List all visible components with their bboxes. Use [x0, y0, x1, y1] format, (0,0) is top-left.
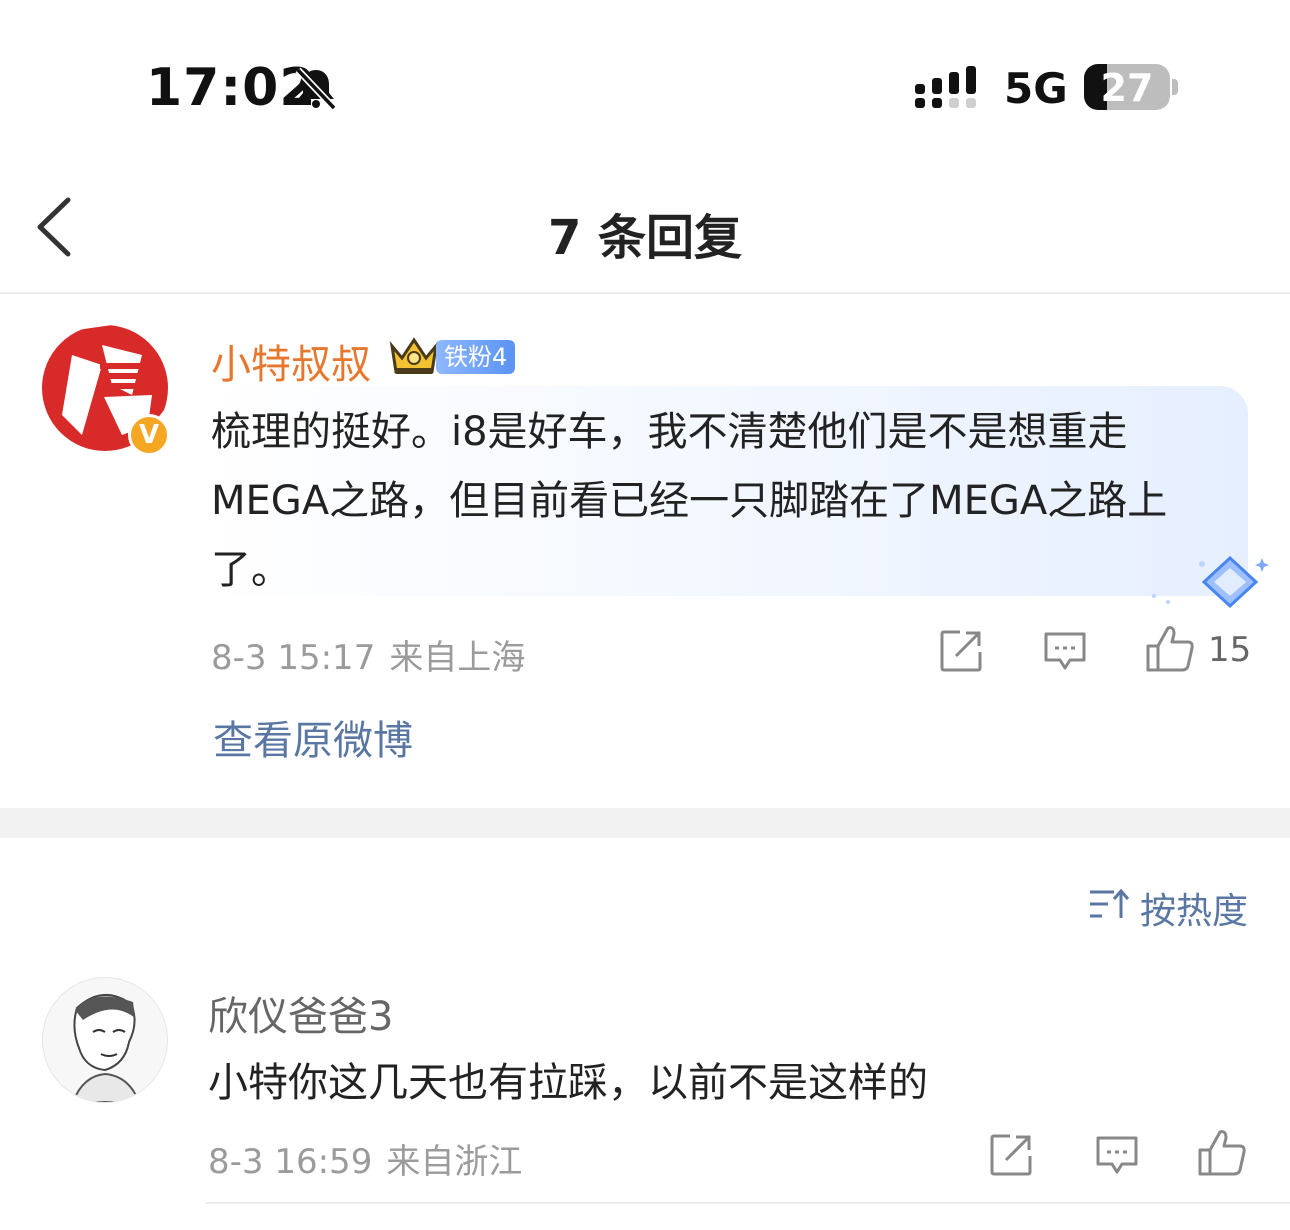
- sort-by-hot-button[interactable]: 按热度: [1140, 882, 1248, 934]
- section-separator: [0, 808, 1290, 838]
- thumbs-up-icon[interactable]: [1196, 1128, 1248, 1178]
- bell-muted-icon: [295, 67, 337, 110]
- divider: [206, 1202, 1290, 1204]
- share-icon[interactable]: [988, 1132, 1034, 1178]
- comment-text: 梳理的挺好。i8是好车，我不清楚他们是不是想重走MEGA之路，但目前看已经一只脚…: [211, 409, 1168, 593]
- network-type: 5G: [1004, 64, 1068, 113]
- comment-location: 来自上海: [389, 638, 526, 678]
- avatar-image: [43, 978, 167, 1102]
- status-time: 17:02: [146, 58, 317, 118]
- fan-badge: 铁粉4: [436, 340, 516, 374]
- comment-date: 8-3 15:17: [211, 638, 376, 678]
- divider: [0, 292, 1290, 294]
- diamond-sparkle-icon: [1152, 555, 1269, 609]
- comment-text: 小特你这几天也有拉踩，以前不是这样的: [208, 1060, 928, 1106]
- share-icon[interactable]: [938, 628, 984, 674]
- comment-location: 来自浙江: [386, 1142, 523, 1182]
- thumbs-up-icon[interactable]: [1144, 624, 1196, 674]
- comment-meta: 8-3 16:59 来自浙江: [208, 1134, 522, 1183]
- comment-icon[interactable]: [1094, 1132, 1140, 1178]
- sort-icon[interactable]: [1088, 886, 1130, 922]
- username[interactable]: 小特叔叔: [211, 332, 371, 390]
- signal-icon: [915, 66, 976, 108]
- view-original-link[interactable]: 查看原微博: [213, 708, 413, 766]
- comment-meta: 8-3 15:17 来自上海: [211, 630, 525, 679]
- like-count: 15: [1208, 630, 1252, 670]
- battery-indicator: 27: [1084, 64, 1170, 110]
- comment-date: 8-3 16:59: [208, 1142, 373, 1182]
- verified-badge: V: [128, 414, 170, 456]
- page-title: 7 条回复: [547, 210, 743, 266]
- comment-icon[interactable]: [1042, 628, 1088, 674]
- battery-percent: 27: [1100, 66, 1154, 110]
- battery-tip: [1172, 79, 1178, 95]
- username[interactable]: 欣仪爸爸3: [208, 984, 393, 1042]
- avatar[interactable]: [42, 977, 168, 1103]
- crown-icon: [389, 337, 439, 374]
